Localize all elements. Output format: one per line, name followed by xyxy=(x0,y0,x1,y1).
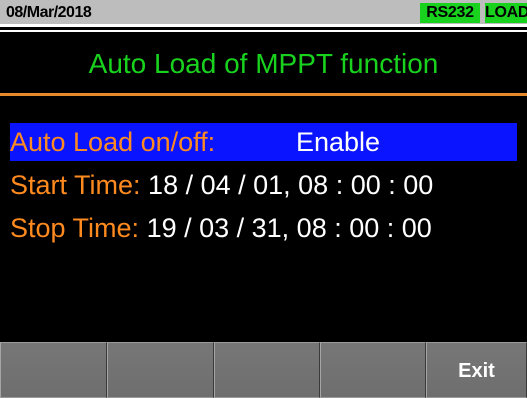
softkey-3[interactable] xyxy=(214,342,320,398)
softkey-4[interactable] xyxy=(320,342,426,398)
title-bar: Auto Load of MPPT function xyxy=(0,30,527,96)
softkey-1[interactable] xyxy=(0,342,107,398)
status-date: 08/Mar/2018 xyxy=(6,4,92,21)
stop-time-row[interactable]: Stop Time: 19 / 03 / 31, 08 : 00 : 00 xyxy=(10,209,432,247)
auto-load-value[interactable]: Enable xyxy=(296,123,380,161)
start-time-label: Start Time: xyxy=(10,170,141,200)
stop-time-value[interactable]: 19 / 03 / 31, 08 : 00 : 00 xyxy=(147,213,432,243)
start-time-value[interactable]: 18 / 04 / 01, 08 : 00 : 00 xyxy=(148,170,433,200)
page-title: Auto Load of MPPT function xyxy=(88,48,439,79)
softkey-bar: Exit xyxy=(0,342,527,398)
load-badge: LOAD xyxy=(485,3,527,23)
start-time-row[interactable]: Start Time: 18 / 04 / 01, 08 : 00 : 00 xyxy=(10,166,433,204)
settings-panel: Auto Load on/off: Enable Start Time: 18 … xyxy=(0,99,527,342)
softkey-2[interactable] xyxy=(107,342,214,398)
auto-load-label: Auto Load on/off: xyxy=(10,127,216,157)
status-bar: 08/Mar/2018 RS232 LOAD xyxy=(0,0,527,27)
rs232-badge: RS232 xyxy=(420,3,480,23)
exit-button[interactable]: Exit xyxy=(426,342,527,398)
stop-time-label: Stop Time: xyxy=(10,213,140,243)
auto-load-row[interactable]: Auto Load on/off: Enable xyxy=(10,123,517,161)
